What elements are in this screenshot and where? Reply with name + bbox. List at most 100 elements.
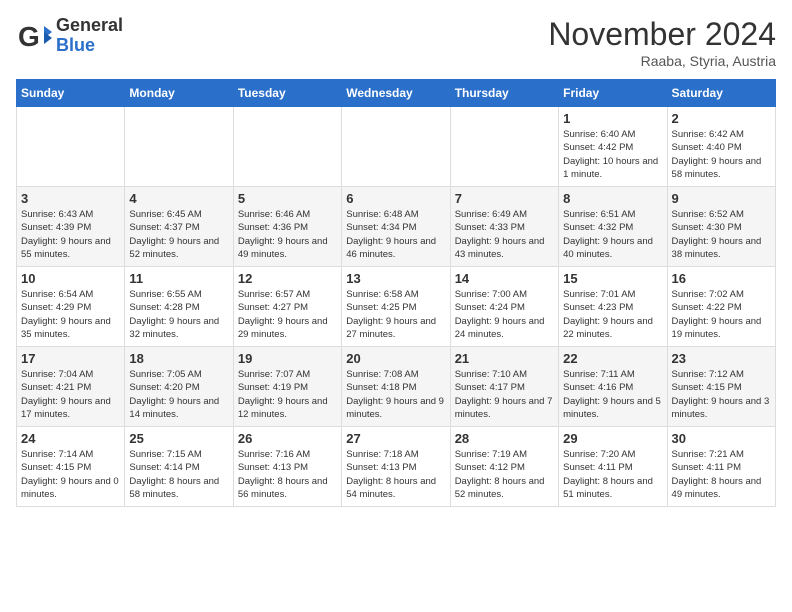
month-title: November 2024 xyxy=(548,16,776,53)
calendar-cell: 28 Sunrise: 7:19 AM Sunset: 4:12 PM Dayli… xyxy=(450,427,558,507)
day-number: 12 xyxy=(238,271,337,286)
calendar-cell: 22 Sunrise: 7:11 AM Sunset: 4:16 PM Dayli… xyxy=(559,347,667,427)
day-info: Sunrise: 7:15 AM Sunset: 4:14 PM Dayligh… xyxy=(129,448,228,501)
day-number: 5 xyxy=(238,191,337,206)
day-info: Sunrise: 7:10 AM Sunset: 4:17 PM Dayligh… xyxy=(455,368,554,421)
day-info: Sunrise: 7:11 AM Sunset: 4:16 PM Dayligh… xyxy=(563,368,662,421)
calendar-cell xyxy=(17,107,125,187)
day-info: Sunrise: 7:14 AM Sunset: 4:15 PM Dayligh… xyxy=(21,448,120,501)
day-info: Sunrise: 6:42 AM Sunset: 4:40 PM Dayligh… xyxy=(672,128,771,181)
calendar-cell: 23Sunrise: 7:12 AM Sunset: 4:15 PM Dayli… xyxy=(667,347,775,427)
day-header-monday: Monday xyxy=(125,80,233,107)
day-number: 11 xyxy=(129,271,228,286)
calendar-cell: 11Sunrise: 6:55 AM Sunset: 4:28 PM Dayli… xyxy=(125,267,233,347)
day-info: Sunrise: 6:43 AM Sunset: 4:39 PM Dayligh… xyxy=(21,208,120,261)
day-info: Sunrise: 6:54 AM Sunset: 4:29 PM Dayligh… xyxy=(21,288,120,341)
day-number: 10 xyxy=(21,271,120,286)
day-info: Sunrise: 6:57 AM Sunset: 4:27 PM Dayligh… xyxy=(238,288,337,341)
day-number: 16 xyxy=(672,271,771,286)
day-number: 21 xyxy=(455,351,554,366)
calendar-week-row: 1 Sunrise: 6:40 AM Sunset: 4:42 PM Daylig… xyxy=(17,107,776,187)
calendar-cell: 15 Sunrise: 7:01 AM Sunset: 4:23 PM Dayli… xyxy=(559,267,667,347)
calendar-cell: 25 Sunrise: 7:15 AM Sunset: 4:14 PM Dayli… xyxy=(125,427,233,507)
calendar-cell xyxy=(233,107,341,187)
day-info: Sunrise: 6:52 AM Sunset: 4:30 PM Dayligh… xyxy=(672,208,771,261)
logo-blue-text: Blue xyxy=(56,35,95,55)
day-number: 20 xyxy=(346,351,445,366)
day-number: 13 xyxy=(346,271,445,286)
calendar-cell: 20 Sunrise: 7:08 AM Sunset: 4:18 PM Dayli… xyxy=(342,347,450,427)
day-number: 26 xyxy=(238,431,337,446)
day-info: Sunrise: 6:51 AM Sunset: 4:32 PM Dayligh… xyxy=(563,208,662,261)
day-info: Sunrise: 6:49 AM Sunset: 4:33 PM Dayligh… xyxy=(455,208,554,261)
day-info: Sunrise: 7:01 AM Sunset: 4:23 PM Dayligh… xyxy=(563,288,662,341)
calendar-cell: 9 Sunrise: 6:52 AM Sunset: 4:30 PM Daylig… xyxy=(667,187,775,267)
calendar-table: SundayMondayTuesdayWednesdayThursdayFrid… xyxy=(16,79,776,507)
title-block: November 2024 Raaba, Styria, Austria xyxy=(548,16,776,69)
day-number: 1 xyxy=(563,111,662,126)
day-info: Sunrise: 7:08 AM Sunset: 4:18 PM Dayligh… xyxy=(346,368,445,421)
calendar-cell: 21 Sunrise: 7:10 AM Sunset: 4:17 PM Dayli… xyxy=(450,347,558,427)
day-number: 14 xyxy=(455,271,554,286)
day-number: 3 xyxy=(21,191,120,206)
day-number: 9 xyxy=(672,191,771,206)
logo-icon: G xyxy=(16,18,52,54)
day-number: 22 xyxy=(563,351,662,366)
day-number: 4 xyxy=(129,191,228,206)
logo: G General Blue xyxy=(16,16,123,56)
calendar-cell: 14Sunrise: 7:00 AM Sunset: 4:24 PM Dayli… xyxy=(450,267,558,347)
day-info: Sunrise: 7:05 AM Sunset: 4:20 PM Dayligh… xyxy=(129,368,228,421)
calendar-cell xyxy=(125,107,233,187)
day-info: Sunrise: 6:45 AM Sunset: 4:37 PM Dayligh… xyxy=(129,208,228,261)
day-header-thursday: Thursday xyxy=(450,80,558,107)
day-number: 17 xyxy=(21,351,120,366)
day-number: 2 xyxy=(672,111,771,126)
day-info: Sunrise: 7:12 AM Sunset: 4:15 PM Dayligh… xyxy=(672,368,771,421)
day-header-friday: Friday xyxy=(559,80,667,107)
calendar-cell: 26 Sunrise: 7:16 AM Sunset: 4:13 PM Dayli… xyxy=(233,427,341,507)
day-info: Sunrise: 7:16 AM Sunset: 4:13 PM Dayligh… xyxy=(238,448,337,501)
calendar-cell: 8Sunrise: 6:51 AM Sunset: 4:32 PM Daylig… xyxy=(559,187,667,267)
calendar-cell: 7 Sunrise: 6:49 AM Sunset: 4:33 PM Daylig… xyxy=(450,187,558,267)
calendar-header-row: SundayMondayTuesdayWednesdayThursdayFrid… xyxy=(17,80,776,107)
day-info: Sunrise: 7:19 AM Sunset: 4:12 PM Dayligh… xyxy=(455,448,554,501)
day-number: 27 xyxy=(346,431,445,446)
day-number: 28 xyxy=(455,431,554,446)
day-number: 7 xyxy=(455,191,554,206)
day-info: Sunrise: 7:07 AM Sunset: 4:19 PM Dayligh… xyxy=(238,368,337,421)
day-info: Sunrise: 7:02 AM Sunset: 4:22 PM Dayligh… xyxy=(672,288,771,341)
day-header-saturday: Saturday xyxy=(667,80,775,107)
calendar-cell: 16 Sunrise: 7:02 AM Sunset: 4:22 PM Dayli… xyxy=(667,267,775,347)
calendar-cell: 13Sunrise: 6:58 AM Sunset: 4:25 PM Dayli… xyxy=(342,267,450,347)
day-info: Sunrise: 7:04 AM Sunset: 4:21 PM Dayligh… xyxy=(21,368,120,421)
calendar-cell: 4 Sunrise: 6:45 AM Sunset: 4:37 PM Daylig… xyxy=(125,187,233,267)
day-header-wednesday: Wednesday xyxy=(342,80,450,107)
calendar-cell: 24Sunrise: 7:14 AM Sunset: 4:15 PM Dayli… xyxy=(17,427,125,507)
calendar-week-row: 24Sunrise: 7:14 AM Sunset: 4:15 PM Dayli… xyxy=(17,427,776,507)
logo-general-text: General xyxy=(56,15,123,35)
calendar-cell: 12 Sunrise: 6:57 AM Sunset: 4:27 PM Dayli… xyxy=(233,267,341,347)
calendar-week-row: 3 Sunrise: 6:43 AM Sunset: 4:39 PM Daylig… xyxy=(17,187,776,267)
calendar-cell: 10 Sunrise: 6:54 AM Sunset: 4:29 PM Dayli… xyxy=(17,267,125,347)
day-number: 29 xyxy=(563,431,662,446)
calendar-cell: 19Sunrise: 7:07 AM Sunset: 4:19 PM Dayli… xyxy=(233,347,341,427)
day-header-tuesday: Tuesday xyxy=(233,80,341,107)
calendar-cell: 18Sunrise: 7:05 AM Sunset: 4:20 PM Dayli… xyxy=(125,347,233,427)
day-info: Sunrise: 6:48 AM Sunset: 4:34 PM Dayligh… xyxy=(346,208,445,261)
calendar-cell: 2 Sunrise: 6:42 AM Sunset: 4:40 PM Daylig… xyxy=(667,107,775,187)
calendar-cell: 27Sunrise: 7:18 AM Sunset: 4:13 PM Dayli… xyxy=(342,427,450,507)
day-info: Sunrise: 7:20 AM Sunset: 4:11 PM Dayligh… xyxy=(563,448,662,501)
svg-text:G: G xyxy=(18,21,40,52)
day-number: 25 xyxy=(129,431,228,446)
calendar-week-row: 17 Sunrise: 7:04 AM Sunset: 4:21 PM Dayli… xyxy=(17,347,776,427)
day-number: 15 xyxy=(563,271,662,286)
calendar-cell: 3 Sunrise: 6:43 AM Sunset: 4:39 PM Daylig… xyxy=(17,187,125,267)
day-number: 30 xyxy=(672,431,771,446)
calendar-cell: 6Sunrise: 6:48 AM Sunset: 4:34 PM Daylig… xyxy=(342,187,450,267)
day-header-sunday: Sunday xyxy=(17,80,125,107)
day-info: Sunrise: 6:40 AM Sunset: 4:42 PM Dayligh… xyxy=(563,128,662,181)
calendar-cell: 30Sunrise: 7:21 AM Sunset: 4:11 PM Dayli… xyxy=(667,427,775,507)
page-header: G General Blue November 2024 Raaba, Styr… xyxy=(16,16,776,69)
calendar-week-row: 10 Sunrise: 6:54 AM Sunset: 4:29 PM Dayli… xyxy=(17,267,776,347)
calendar-cell: 5Sunrise: 6:46 AM Sunset: 4:36 PM Daylig… xyxy=(233,187,341,267)
